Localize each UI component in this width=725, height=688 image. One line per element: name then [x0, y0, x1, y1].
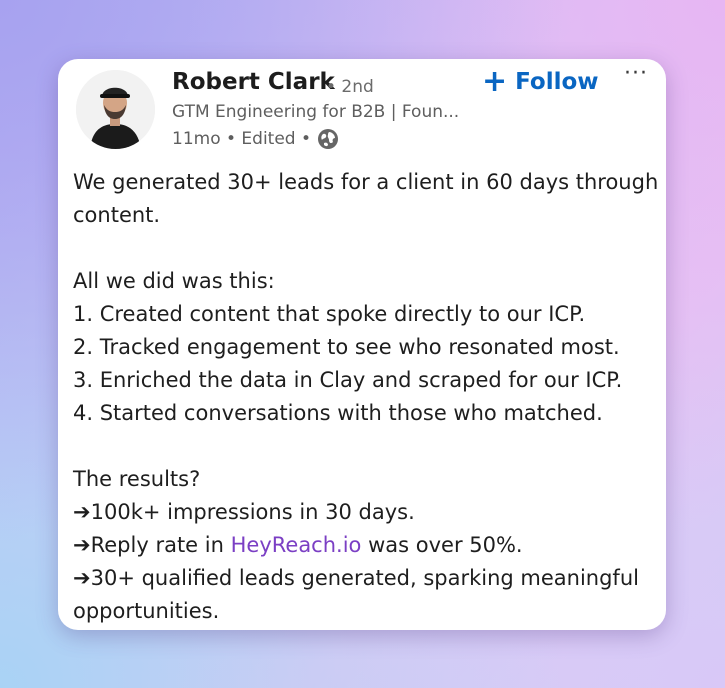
result-item: ➔100k+ impressions in 30 days. [73, 496, 653, 529]
step-item: 2. Tracked engagement to see who resonat… [73, 335, 620, 359]
arrow-icon: ➔ [73, 533, 91, 557]
author-name[interactable]: Robert Clark [172, 69, 335, 95]
follow-button[interactable]: + Follow [482, 67, 599, 97]
heyreach-link[interactable]: HeyReach.io [231, 533, 362, 557]
post-card: Robert Clark • 2nd GTM Engineering for B… [58, 59, 666, 630]
step-item: 3. Enriched the data in Clay and scraped… [73, 368, 623, 392]
step-item: 4. Started conversations with those who … [73, 401, 603, 425]
post-line: The results? [73, 467, 201, 491]
result-item: ➔30+ qualified leads generated, sparking… [73, 562, 653, 595]
result-text: was over 50%. [361, 533, 523, 557]
post-meta-text: 11mo • Edited • [172, 129, 312, 149]
post-line: All we did was this: [73, 269, 275, 293]
post-line: content. [73, 203, 161, 227]
post-line: We generated 30+ leads for a client in 6… [73, 170, 659, 194]
avatar[interactable] [76, 70, 155, 149]
arrow-icon: ➔ [73, 566, 91, 590]
post-body: We generated 30+ leads for a client in 6… [73, 166, 659, 628]
result-text: 30+ qualified leads generated, sparking … [90, 566, 639, 590]
follow-label: Follow [515, 69, 599, 95]
plus-icon: + [482, 64, 508, 99]
connection-degree: • 2nd [326, 77, 374, 97]
arrow-icon: ➔ [73, 500, 91, 524]
author-headline: GTM Engineering for B2B | Foun... [172, 102, 460, 122]
profile-photo [76, 70, 155, 149]
step-item: 1. Created content that spoke directly t… [73, 302, 586, 326]
result-item: ➔Reply rate in HeyReach.io was over 50%. [73, 529, 653, 562]
more-options-icon[interactable]: ··· [624, 61, 648, 86]
result-text: 100k+ impressions in 30 days. [90, 500, 415, 524]
post-meta: 11mo • Edited • [172, 128, 339, 150]
post-line: opportunities. [73, 599, 220, 623]
globe-icon [317, 128, 339, 150]
result-text: Reply rate in [90, 533, 231, 557]
